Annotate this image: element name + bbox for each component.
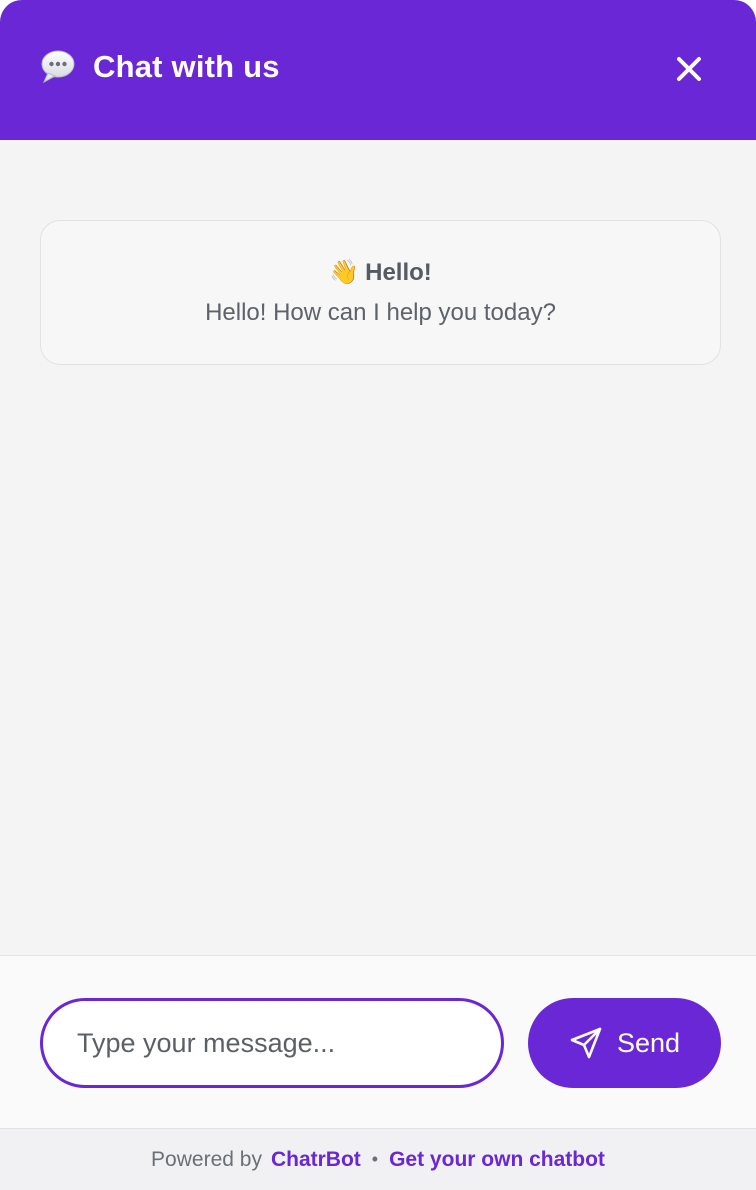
waving-hand-icon: 👋 xyxy=(329,259,360,286)
welcome-heading: 👋 Hello! xyxy=(41,259,720,287)
powered-by-label: Powered by xyxy=(151,1147,262,1171)
send-label: Send xyxy=(616,1027,681,1058)
footer-separator: • xyxy=(371,1149,379,1169)
paper-plane-icon xyxy=(569,1026,603,1060)
speech-bubble-icon xyxy=(40,49,76,85)
close-icon xyxy=(677,57,701,81)
chat-title: Chat with us xyxy=(93,49,280,84)
close-button[interactable] xyxy=(672,52,706,86)
chat-widget: Chat with us 👋 Hello! Hello! How can I h… xyxy=(0,0,756,1190)
message-composer: Send xyxy=(0,955,756,1128)
welcome-text: Hello! How can I help you today? xyxy=(205,299,556,326)
welcome-title: Hello! xyxy=(365,259,432,286)
chat-header: Chat with us xyxy=(0,0,756,140)
message-input[interactable] xyxy=(40,998,504,1088)
message-list[interactable]: 👋 Hello! Hello! How can I help you today… xyxy=(0,140,756,955)
chatrbot-link[interactable]: ChatrBot xyxy=(271,1148,361,1172)
welcome-message: 👋 Hello! Hello! How can I help you today… xyxy=(40,220,721,365)
get-chatbot-link[interactable]: Get your own chatbot xyxy=(389,1148,605,1172)
footer: Powered by ChatrBot • Get your own chatb… xyxy=(0,1128,756,1190)
send-button[interactable]: Send xyxy=(528,998,721,1088)
